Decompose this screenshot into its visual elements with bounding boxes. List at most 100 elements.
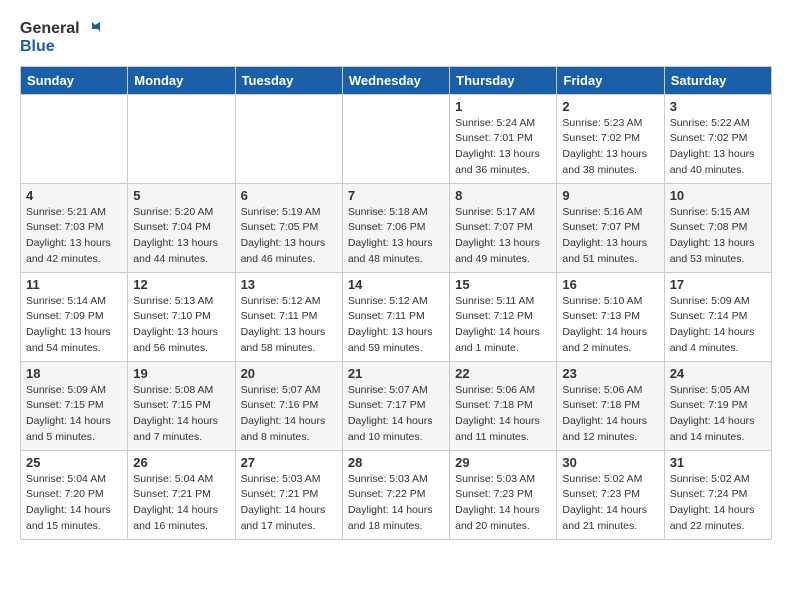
logo-blue-text: Blue [20,38,100,56]
calendar-cell [128,94,235,183]
day-info: Sunrise: 5:24 AMSunset: 7:01 PMDaylight:… [455,116,551,179]
calendar-cell: 9 Sunrise: 5:16 AMSunset: 7:07 PMDaylight… [557,183,664,272]
day-number: 7 [348,188,444,203]
calendar-cell: 6Sunrise: 5:19 AMSunset: 7:05 PMDaylight… [235,183,342,272]
day-info: Sunrise: 5:17 AMSunset: 7:07 PMDaylight:… [455,205,551,268]
day-info: Sunrise: 5:02 AMSunset: 7:23 PMDaylight:… [562,472,658,535]
calendar-cell: 8Sunrise: 5:17 AMSunset: 7:07 PMDaylight… [450,183,557,272]
calendar-cell: 22Sunrise: 5:06 AMSunset: 7:18 PMDayligh… [450,361,557,450]
calendar-cell: 13 Sunrise: 5:12 AMSunset: 7:11 PMDayligh… [235,272,342,361]
day-info: Sunrise: 5:15 AMSunset: 7:08 PMDaylight:… [670,205,766,268]
day-info: Sunrise: 5:22 AMSunset: 7:02 PMDaylight:… [670,116,766,179]
calendar-week-2: 11Sunrise: 5:14 AMSunset: 7:09 PMDayligh… [21,272,772,361]
day-number: 20 [241,366,337,381]
day-number: 6 [241,188,337,203]
day-info: Sunrise: 5:03 AMSunset: 7:23 PMDaylight:… [455,472,551,535]
day-number: 31 [670,455,766,470]
day-info: Sunrise: 5:13 AMSunset: 7:10 PMDaylight:… [133,294,229,357]
calendar-cell: 26 Sunrise: 5:04 AMSunset: 7:21 PMDayligh… [128,450,235,539]
day-number: 13 [241,277,337,292]
day-info: Sunrise: 5:09 AMSunset: 7:14 PMDaylight:… [670,294,766,357]
calendar-cell: 29 Sunrise: 5:03 AMSunset: 7:23 PMDayligh… [450,450,557,539]
calendar-table: SundayMondayTuesdayWednesdayThursdayFrid… [20,66,772,540]
day-info: Sunrise: 5:04 AMSunset: 7:20 PMDaylight:… [26,472,122,535]
weekday-tuesday: Tuesday [235,66,342,94]
calendar-cell: 31 Sunrise: 5:02 AMSunset: 7:24 PMDayligh… [664,450,771,539]
calendar-cell: 17 Sunrise: 5:09 AMSunset: 7:14 PMDayligh… [664,272,771,361]
calendar-cell: 1 Sunrise: 5:24 AMSunset: 7:01 PMDaylight… [450,94,557,183]
calendar-cell: 11Sunrise: 5:14 AMSunset: 7:09 PMDayligh… [21,272,128,361]
day-info: Sunrise: 5:05 AMSunset: 7:19 PMDaylight:… [670,383,766,446]
calendar-cell: 24 Sunrise: 5:05 AMSunset: 7:19 PMDayligh… [664,361,771,450]
calendar-cell: 4 Sunrise: 5:21 AMSunset: 7:03 PMDaylight… [21,183,128,272]
day-number: 12 [133,277,229,292]
calendar-cell: 3 Sunrise: 5:22 AMSunset: 7:02 PMDaylight… [664,94,771,183]
calendar-cell [235,94,342,183]
calendar-week-3: 18 Sunrise: 5:09 AMSunset: 7:15 PMDayligh… [21,361,772,450]
day-number: 15 [455,277,551,292]
day-info: Sunrise: 5:12 AMSunset: 7:11 PMDaylight:… [241,294,337,357]
day-info: Sunrise: 5:04 AMSunset: 7:21 PMDaylight:… [133,472,229,535]
calendar-cell: 5 Sunrise: 5:20 AMSunset: 7:04 PMDaylight… [128,183,235,272]
calendar-cell: 2Sunrise: 5:23 AMSunset: 7:02 PMDaylight… [557,94,664,183]
day-number: 10 [670,188,766,203]
day-number: 23 [562,366,658,381]
calendar-cell: 30 Sunrise: 5:02 AMSunset: 7:23 PMDayligh… [557,450,664,539]
day-info: Sunrise: 5:21 AMSunset: 7:03 PMDaylight:… [26,205,122,268]
weekday-friday: Friday [557,66,664,94]
day-info: Sunrise: 5:10 AMSunset: 7:13 PMDaylight:… [562,294,658,357]
day-number: 30 [562,455,658,470]
calendar-cell: 15 Sunrise: 5:11 AMSunset: 7:12 PMDayligh… [450,272,557,361]
day-info: Sunrise: 5:06 AMSunset: 7:18 PMDaylight:… [562,383,658,446]
calendar-cell: 7Sunrise: 5:18 AMSunset: 7:06 PMDaylight… [342,183,449,272]
day-info: Sunrise: 5:07 AMSunset: 7:16 PMDaylight:… [241,383,337,446]
calendar-cell: 18 Sunrise: 5:09 AMSunset: 7:15 PMDayligh… [21,361,128,450]
day-number: 1 [455,99,551,114]
calendar-cell: 16Sunrise: 5:10 AMSunset: 7:13 PMDayligh… [557,272,664,361]
calendar-cell: 23 Sunrise: 5:06 AMSunset: 7:18 PMDayligh… [557,361,664,450]
day-number: 17 [670,277,766,292]
calendar-cell: 28Sunrise: 5:03 AMSunset: 7:22 PMDayligh… [342,450,449,539]
day-info: Sunrise: 5:11 AMSunset: 7:12 PMDaylight:… [455,294,551,357]
logo: General Blue [20,20,100,56]
calendar-week-0: 1 Sunrise: 5:24 AMSunset: 7:01 PMDaylight… [21,94,772,183]
calendar-cell: 20 Sunrise: 5:07 AMSunset: 7:16 PMDayligh… [235,361,342,450]
day-info: Sunrise: 5:06 AMSunset: 7:18 PMDaylight:… [455,383,551,446]
day-number: 21 [348,366,444,381]
calendar-cell: 10 Sunrise: 5:15 AMSunset: 7:08 PMDayligh… [664,183,771,272]
weekday-sunday: Sunday [21,66,128,94]
day-info: Sunrise: 5:16 AMSunset: 7:07 PMDaylight:… [562,205,658,268]
day-number: 11 [26,277,122,292]
day-number: 9 [562,188,658,203]
day-number: 28 [348,455,444,470]
day-info: Sunrise: 5:02 AMSunset: 7:24 PMDaylight:… [670,472,766,535]
calendar-cell: 27 Sunrise: 5:03 AMSunset: 7:21 PMDayligh… [235,450,342,539]
day-number: 26 [133,455,229,470]
day-number: 14 [348,277,444,292]
calendar-week-1: 4 Sunrise: 5:21 AMSunset: 7:03 PMDaylight… [21,183,772,272]
calendar-cell [21,94,128,183]
day-number: 29 [455,455,551,470]
day-number: 4 [26,188,122,203]
day-number: 3 [670,99,766,114]
logo-general-text: General [20,20,80,38]
day-info: Sunrise: 5:07 AMSunset: 7:17 PMDaylight:… [348,383,444,446]
day-info: Sunrise: 5:20 AMSunset: 7:04 PMDaylight:… [133,205,229,268]
day-number: 5 [133,188,229,203]
day-number: 27 [241,455,337,470]
calendar-cell: 25Sunrise: 5:04 AMSunset: 7:20 PMDayligh… [21,450,128,539]
page-header: General Blue [20,20,772,56]
weekday-saturday: Saturday [664,66,771,94]
calendar-cell: 12 Sunrise: 5:13 AMSunset: 7:10 PMDayligh… [128,272,235,361]
calendar-body: 1 Sunrise: 5:24 AMSunset: 7:01 PMDaylight… [21,94,772,539]
logo-arrow-icon [82,20,100,38]
calendar-week-4: 25Sunrise: 5:04 AMSunset: 7:20 PMDayligh… [21,450,772,539]
day-info: Sunrise: 5:12 AMSunset: 7:11 PMDaylight:… [348,294,444,357]
calendar-cell: 21 Sunrise: 5:07 AMSunset: 7:17 PMDayligh… [342,361,449,450]
day-info: Sunrise: 5:03 AMSunset: 7:21 PMDaylight:… [241,472,337,535]
calendar-cell [342,94,449,183]
day-number: 24 [670,366,766,381]
day-number: 19 [133,366,229,381]
day-number: 18 [26,366,122,381]
day-info: Sunrise: 5:09 AMSunset: 7:15 PMDaylight:… [26,383,122,446]
